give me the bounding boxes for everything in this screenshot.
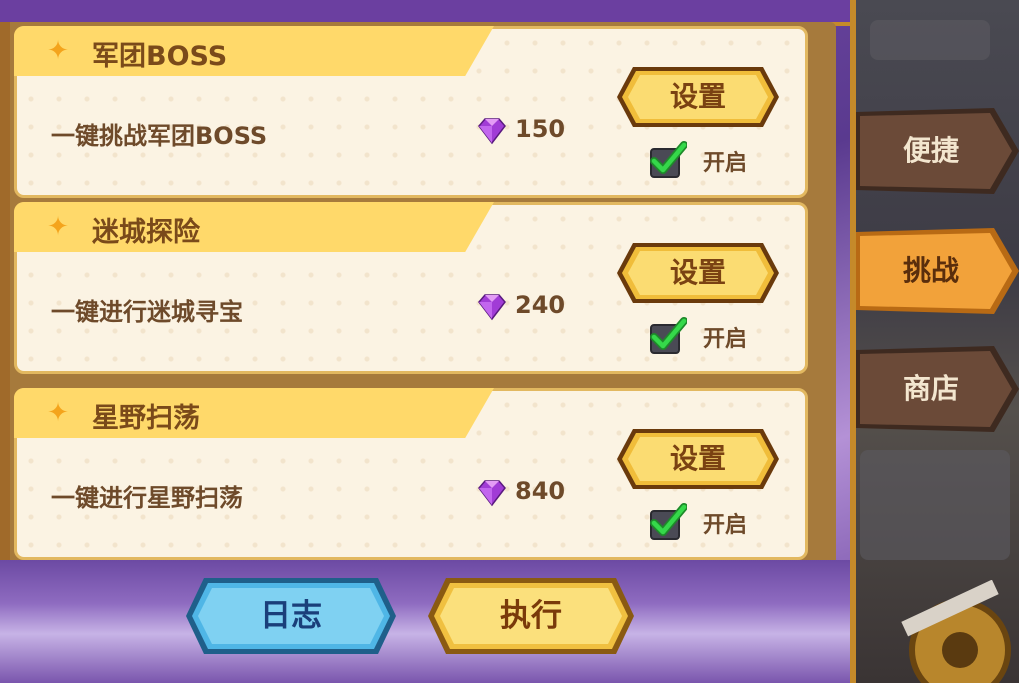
task-card: ✦ 星野扫荡 一键进行星野扫荡 840 设置 开启 bbox=[14, 388, 808, 560]
settings-button-label: 设置 bbox=[669, 256, 726, 289]
card-description: 一键进行星野扫荡 bbox=[51, 484, 243, 512]
settings-button[interactable]: 设置 bbox=[615, 427, 781, 491]
log-button-label: 日志 bbox=[260, 598, 322, 634]
cost-value: 240 bbox=[515, 291, 566, 319]
enable-checkbox[interactable] bbox=[649, 503, 687, 541]
scroll-track[interactable] bbox=[0, 22, 10, 562]
cost-value: 150 bbox=[515, 115, 566, 143]
settings-button[interactable]: 设置 bbox=[615, 241, 781, 305]
card-title: 星野扫荡 bbox=[92, 403, 200, 434]
settings-button-label: 设置 bbox=[669, 80, 726, 113]
side-tab[interactable]: 便捷 bbox=[856, 108, 1019, 194]
side-tab-label: 挑战 bbox=[902, 254, 959, 287]
purple-gem-icon bbox=[478, 294, 506, 321]
card-title: 军团BOSS bbox=[92, 41, 228, 72]
side-tab[interactable]: 挑战 bbox=[856, 228, 1019, 314]
settings-button-label: 设置 bbox=[669, 442, 726, 475]
sparkle-icon: ✦ bbox=[47, 212, 69, 242]
background-scenery bbox=[850, 0, 1019, 683]
execute-button[interactable]: 执行 bbox=[424, 574, 638, 658]
card-header: ✦ 军团BOSS bbox=[14, 26, 494, 76]
card-description: 一键进行迷城寻宝 bbox=[51, 298, 243, 326]
side-tab[interactable]: 商店 bbox=[856, 346, 1019, 432]
log-button[interactable]: 日志 bbox=[182, 574, 400, 658]
enable-checkbox[interactable] bbox=[649, 317, 687, 355]
task-card: ✦ 军团BOSS 一键挑战军团BOSS 150 设置 开启 bbox=[14, 26, 808, 198]
cost-value: 840 bbox=[515, 477, 566, 505]
side-tab-label: 便捷 bbox=[902, 134, 959, 167]
purple-gem-icon bbox=[478, 118, 506, 145]
enable-label: 开启 bbox=[703, 151, 748, 176]
purple-gem-icon bbox=[478, 480, 506, 507]
card-header: ✦ 迷城探险 bbox=[14, 202, 494, 252]
execute-button-label: 执行 bbox=[500, 598, 562, 634]
task-card: ✦ 迷城探险 一键进行迷城寻宝 240 设置 开启 bbox=[14, 202, 808, 374]
enable-label: 开启 bbox=[703, 513, 748, 538]
enable-label: 开启 bbox=[703, 327, 748, 352]
settings-button[interactable]: 设置 bbox=[615, 65, 781, 129]
sparkle-icon: ✦ bbox=[47, 36, 69, 66]
card-header: ✦ 星野扫荡 bbox=[14, 388, 494, 438]
sparkle-icon: ✦ bbox=[47, 398, 69, 428]
enable-checkbox[interactable] bbox=[649, 141, 687, 179]
side-tab-label: 商店 bbox=[902, 372, 959, 405]
gear-decoration-icon bbox=[901, 580, 1011, 683]
card-description: 一键挑战军团BOSS bbox=[51, 122, 268, 150]
card-title: 迷城探险 bbox=[92, 217, 200, 248]
